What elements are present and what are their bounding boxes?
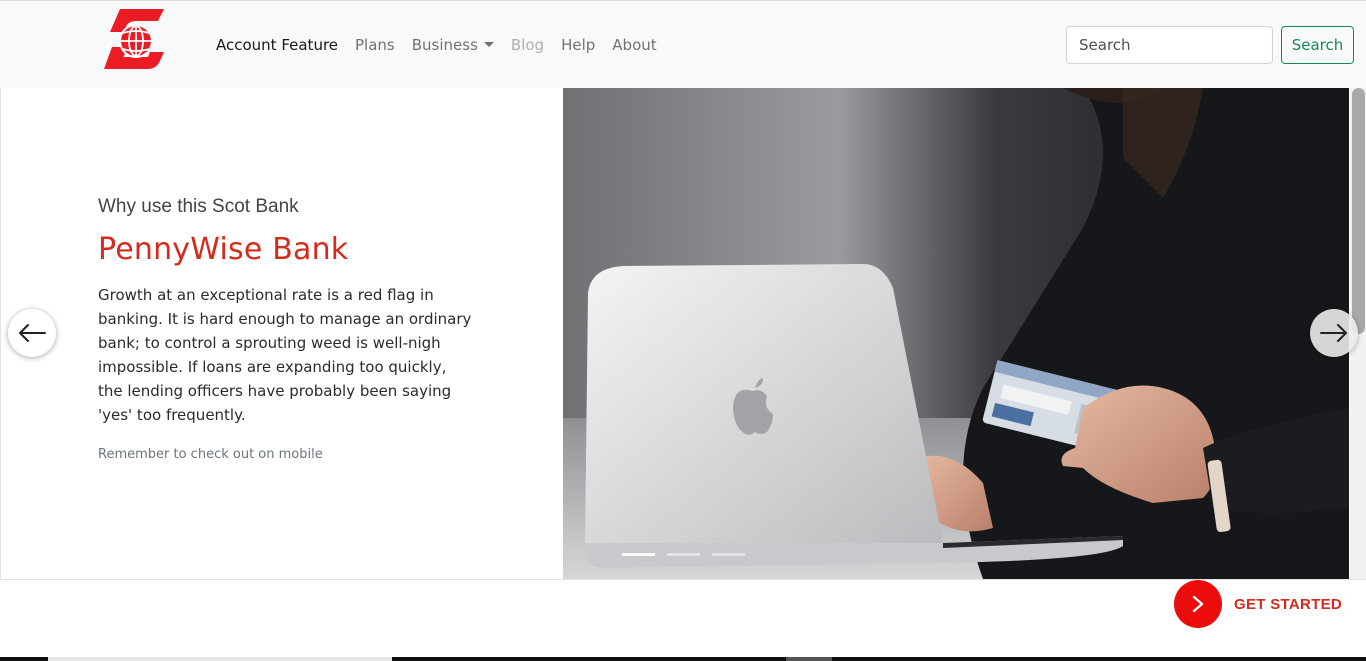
chevron-right-icon (1192, 595, 1204, 613)
top-navbar: Account Feature Plans Business Blog Help… (0, 0, 1366, 88)
carousel-prev-button[interactable] (8, 309, 56, 357)
scrollbar-thumb[interactable] (1352, 88, 1365, 334)
get-started-label[interactable]: GET STARTED (1234, 596, 1342, 613)
nav-item-business-label: Business (411, 36, 478, 54)
hero-kicker: Why use this Scot Bank (98, 196, 299, 217)
nav-menu: Account Feature Plans Business Blog Help… (216, 1, 674, 89)
carousel-indicator-3[interactable] (712, 553, 745, 556)
search-button[interactable]: Search (1281, 26, 1354, 64)
hero-note: Remember to check out on mobile (98, 447, 323, 462)
hero-title: PennyWise Bank (98, 232, 349, 267)
hero-body-text: Growth at an exceptional rate is a red f… (98, 286, 472, 424)
carousel-indicator-1[interactable] (622, 553, 655, 556)
carousel-indicator-2[interactable] (667, 553, 700, 556)
nav-item-about[interactable]: About (612, 36, 656, 54)
hero-caption: Why use this Scot Bank PennyWise Bank Gr… (98, 196, 478, 462)
arrow-left-icon (19, 324, 46, 342)
nav-item-plans[interactable]: Plans (355, 36, 395, 54)
carousel-next-button[interactable] (1310, 309, 1358, 357)
taskbar-tab (48, 657, 392, 661)
taskbar-strip (0, 657, 1366, 661)
hero-photo-laptop-card (563, 88, 1349, 579)
nav-item-blog: Blog (510, 36, 545, 54)
caret-down-icon (483, 42, 494, 47)
nav-item-business-dropdown[interactable]: Business (412, 36, 494, 54)
taskbar-tab-secondary (786, 657, 832, 661)
get-started-button[interactable] (1174, 580, 1222, 628)
arrow-right-icon (1320, 324, 1347, 342)
nav-item-help[interactable]: Help (561, 36, 595, 54)
carousel-indicators (622, 553, 745, 556)
hero-carousel: Why use this Scot Bank PennyWise Bank Gr… (0, 88, 1366, 580)
brand-logo-icon[interactable] (102, 7, 168, 71)
search-input[interactable] (1066, 26, 1273, 64)
nav-item-account-feature[interactable]: Account Feature (216, 36, 338, 54)
